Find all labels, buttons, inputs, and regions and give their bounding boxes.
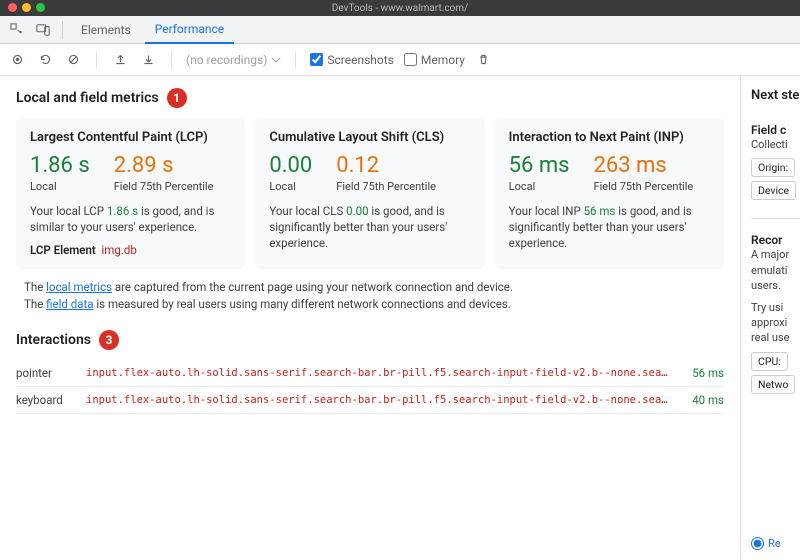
record-radio[interactable]: Re [751,537,781,550]
window-title: DevTools - www.walmart.com/ [332,3,468,14]
field-data-link[interactable]: field data [46,297,93,311]
tab-elements[interactable]: Elements [71,17,141,43]
divider [295,51,296,69]
upload-icon[interactable] [111,51,129,69]
chevron-down-icon [271,57,281,63]
lcp-element-row: LCP Element img.db [30,243,231,257]
record-icon[interactable] [8,51,26,69]
cls-field-value: 0.12 [336,153,436,178]
metrics-heading-text: Local and field metrics [16,90,159,106]
lcp-field-value: 2.89 s [114,153,214,178]
inp-description: Your local INP 56 ms is good, and is sig… [509,203,710,251]
lcp-field-label: Field 75th Percentile [114,180,214,193]
maximize-window-button[interactable] [36,3,45,12]
devtools-tabbar: Elements Performance [0,16,800,44]
memory-label: Memory [421,53,465,67]
local-metrics-link[interactable]: local metrics [46,280,112,294]
minimize-window-button[interactable] [22,3,31,12]
window-titlebar: DevTools - www.walmart.com/ [0,0,800,16]
lcp-title: Largest Contentful Paint (LCP) [30,130,231,145]
tab-performance[interactable]: Performance [145,16,234,44]
garbage-collect-icon[interactable] [475,51,493,69]
inp-card: Interaction to Next Paint (INP) 56 ms Lo… [495,118,724,269]
interactions-table: pointer input.flex-auto.lh-solid.sans-se… [16,360,724,414]
network-chip[interactable]: Netwo [751,375,795,394]
download-icon[interactable] [139,51,157,69]
clear-icon[interactable] [64,51,82,69]
inspect-element-icon[interactable] [6,19,28,41]
metrics-explanation: The local metrics are captured from the … [24,279,724,314]
recordings-dropdown[interactable]: (no recordings) [186,53,281,67]
divider [751,218,800,219]
screenshots-checkbox-input[interactable] [310,53,323,66]
cls-description: Your local CLS 0.00 is good, and is sign… [269,203,470,251]
record-radio-input[interactable] [751,537,764,550]
memory-checkbox[interactable]: Memory [404,53,465,67]
collecting-text: Collecti [751,137,800,152]
cls-title: Cumulative Layout Shift (CLS) [269,130,470,145]
interactions-heading-text: Interactions [16,332,91,348]
inp-field-label: Field 75th Percentile [594,180,694,193]
lcp-description: Your local LCP 1.86 s is good, and is si… [30,203,231,235]
inp-field-value: 263 ms [594,153,694,178]
divider [62,21,63,39]
interactions-heading: Interactions 3 [16,330,724,350]
record-body-text: A major emulati users. [751,247,800,293]
lcp-element-label: LCP Element [30,243,96,257]
device-chip[interactable]: Device [751,181,796,200]
table-row[interactable]: keyboard input.flex-auto.lh-solid.sans-s… [16,387,724,414]
divider [171,51,172,69]
origin-chip[interactable]: Origin: [751,158,795,177]
cls-card: Cumulative Layout Shift (CLS) 0.00 Local… [255,118,484,269]
table-row[interactable]: pointer input.flex-auto.lh-solid.sans-se… [16,360,724,387]
metrics-row: Largest Contentful Paint (LCP) 1.86 s Lo… [16,118,724,269]
lcp-card: Largest Contentful Paint (LCP) 1.86 s Lo… [16,118,245,269]
screenshots-label: Screenshots [327,53,393,67]
lcp-local-value: 1.86 s [30,153,90,178]
lcp-local-label: Local [30,180,90,193]
device-toolbar-icon[interactable] [32,19,54,41]
memory-checkbox-input[interactable] [404,53,417,66]
field-config-heading: Field c [751,123,800,137]
lcp-element-link[interactable]: img.db [101,243,136,257]
traffic-lights [8,3,45,12]
interaction-type: pointer [16,366,86,380]
interaction-selector[interactable]: input.flex-auto.lh-solid.sans-serif.sear… [86,394,668,406]
inp-title: Interaction to Next Paint (INP) [509,130,710,145]
cls-local-value: 0.00 [269,153,312,178]
record-hint-text: Try usi approxi real use [751,300,800,346]
interaction-time: 40 ms [668,393,724,407]
next-steps-sidebar: Next ste Field c Collecti Origin: Device… [740,76,800,560]
inp-local-label: Local [509,180,570,193]
interaction-type: keyboard [16,393,86,407]
interactions-badge: 3 [99,330,119,350]
interaction-selector[interactable]: input.flex-auto.lh-solid.sans-serif.sear… [86,367,668,379]
recordings-label: (no recordings) [186,53,267,67]
cls-local-label: Local [269,180,312,193]
reload-record-icon[interactable] [36,51,54,69]
close-window-button[interactable] [8,3,17,12]
interaction-time: 56 ms [668,366,724,380]
inp-local-value: 56 ms [509,153,570,178]
record-radio-label: Re [768,537,781,550]
record-heading: Recor [751,233,800,247]
local-field-metrics-heading: Local and field metrics 1 [16,88,724,108]
cls-field-label: Field 75th Percentile [336,180,436,193]
next-steps-heading: Next ste [751,88,800,103]
cpu-chip[interactable]: CPU: [751,352,788,371]
screenshots-checkbox[interactable]: Screenshots [310,53,393,67]
divider [96,51,97,69]
metrics-badge: 1 [167,88,187,108]
performance-toolbar: (no recordings) Screenshots Memory [0,44,800,76]
